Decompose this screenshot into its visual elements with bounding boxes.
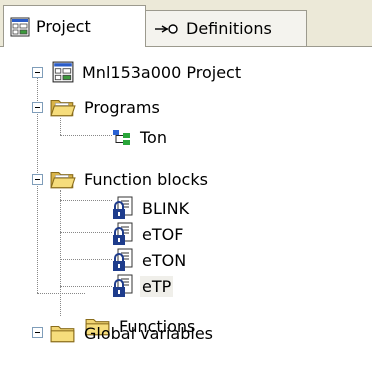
tree-line bbox=[60, 232, 112, 233]
program-icon bbox=[112, 127, 132, 147]
tab-project[interactable]: Project bbox=[3, 5, 146, 47]
project-tree[interactable]: Mnl153a000 Project Programs Ton Function… bbox=[0, 47, 372, 385]
collapse-global-variables-toggle[interactable] bbox=[32, 327, 43, 338]
tree-line bbox=[37, 293, 85, 294]
definitions-icon bbox=[154, 23, 180, 35]
tree-item-eton[interactable]: eTON bbox=[112, 247, 188, 273]
tree-item-label: Function blocks bbox=[84, 169, 208, 189]
tree-item-label: eTOF bbox=[142, 224, 184, 244]
tree-item-project[interactable]: Mnl153a000 Project bbox=[52, 59, 243, 85]
locked-block-icon bbox=[112, 248, 134, 272]
tree-line bbox=[60, 190, 61, 316]
tab-definitions[interactable]: Definitions bbox=[145, 10, 307, 46]
open-folder-icon bbox=[50, 168, 76, 190]
collapse-root-toggle[interactable] bbox=[32, 67, 43, 78]
tree-line bbox=[60, 200, 112, 201]
tree-item-global-variables[interactable]: Global variables bbox=[50, 320, 215, 346]
tree-item-etp[interactable]: eTP bbox=[112, 273, 174, 299]
tab-bar: Project Definitions bbox=[0, 0, 372, 47]
project-icon bbox=[52, 61, 74, 83]
collapse-programs-toggle[interactable] bbox=[32, 102, 43, 113]
open-folder-icon bbox=[50, 96, 76, 118]
tree-line bbox=[60, 259, 112, 260]
tree-item-label: Programs bbox=[84, 97, 160, 117]
tree-item-label: Mnl153a000 Project bbox=[82, 62, 242, 82]
tree-item-etof[interactable]: eTOF bbox=[112, 221, 185, 247]
tree-item-label: Global variables bbox=[84, 323, 214, 343]
tree-item-blink[interactable]: BLINK bbox=[112, 195, 191, 221]
tree-line bbox=[60, 135, 112, 136]
locked-block-icon bbox=[112, 274, 134, 298]
collapse-function-blocks-toggle[interactable] bbox=[32, 174, 43, 185]
tree-item-ton[interactable]: Ton bbox=[112, 124, 169, 150]
tree-line bbox=[60, 118, 61, 135]
tree-line bbox=[60, 286, 112, 287]
tree-item-label: eTON bbox=[142, 250, 187, 270]
tree-item-label: eTP bbox=[140, 275, 174, 297]
folder-icon bbox=[50, 322, 76, 344]
locked-block-icon bbox=[112, 196, 134, 220]
locked-block-icon bbox=[112, 222, 134, 246]
tree-item-programs[interactable]: Programs bbox=[50, 94, 162, 120]
tree-item-label: BLINK bbox=[142, 198, 190, 218]
tree-item-function-blocks[interactable]: Function blocks bbox=[50, 166, 210, 192]
tab-definitions-label: Definitions bbox=[186, 19, 272, 38]
tab-project-label: Project bbox=[36, 17, 91, 36]
project-icon bbox=[10, 17, 30, 37]
tree-item-label: Ton bbox=[140, 127, 167, 147]
